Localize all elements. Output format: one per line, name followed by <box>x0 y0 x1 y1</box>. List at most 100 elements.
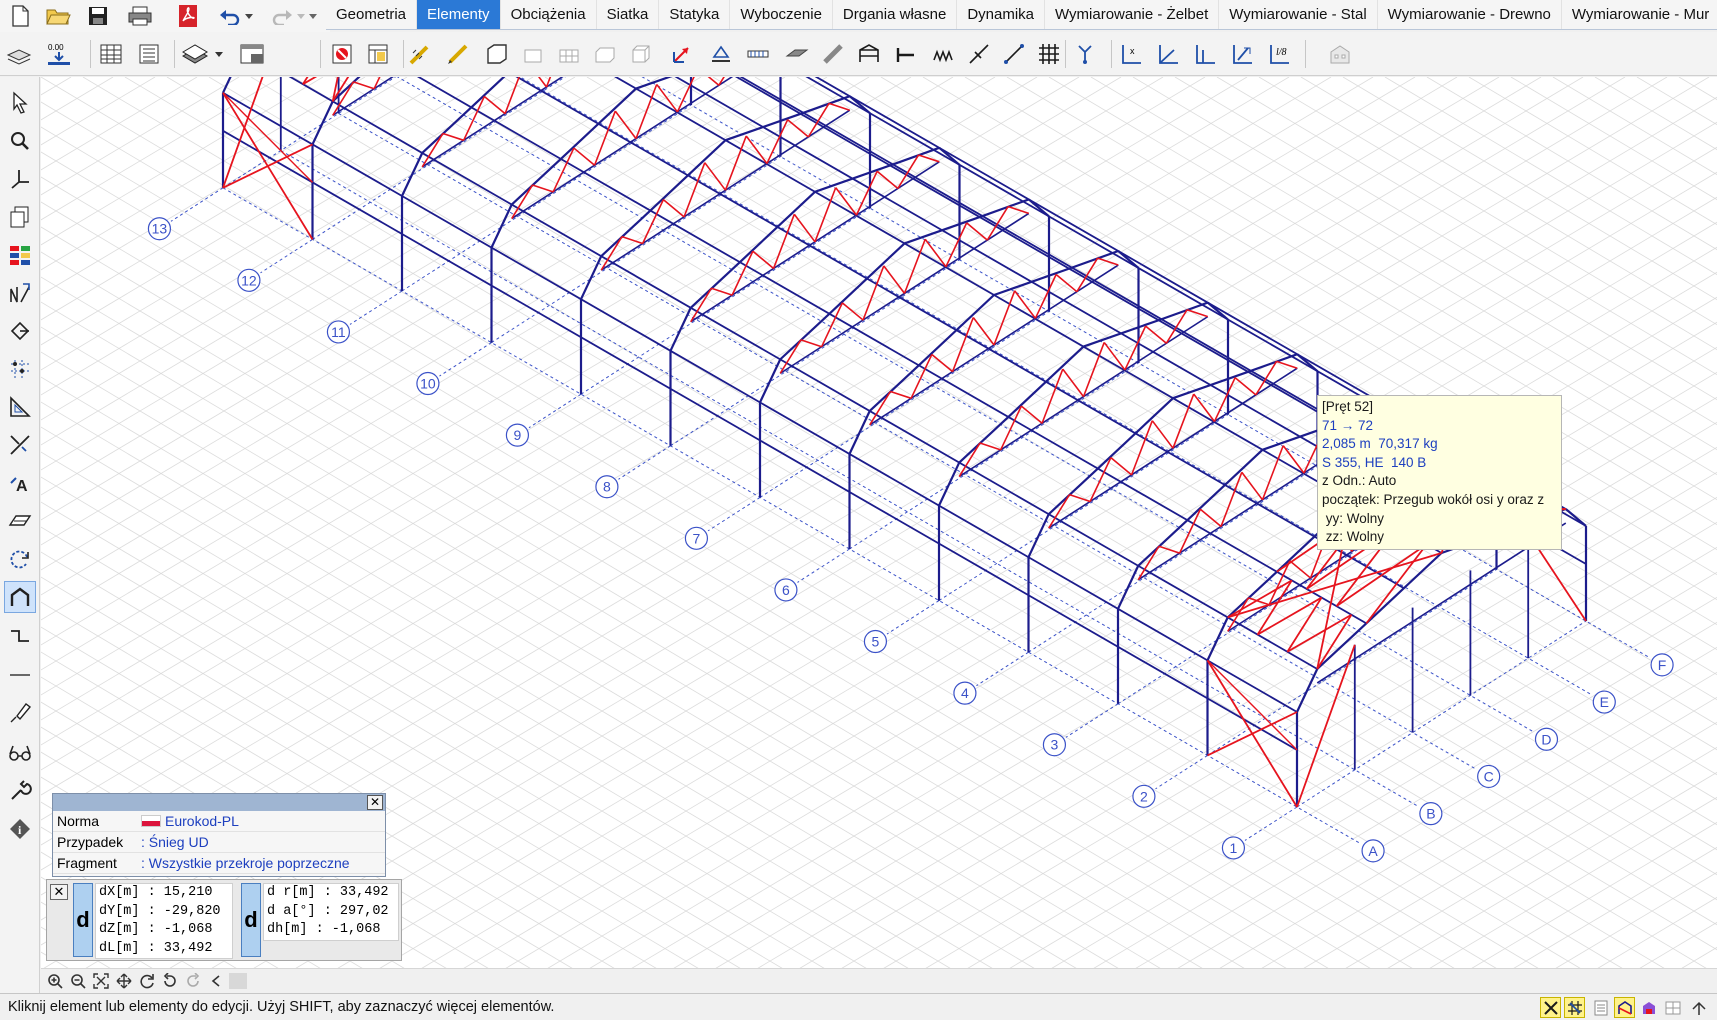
window-icon[interactable] <box>238 39 268 69</box>
tab-elementy[interactable]: Elementy <box>417 0 501 29</box>
tab-wymiarowanie-stal[interactable]: Wymiarowanie - Stal <box>1219 0 1378 29</box>
print-icon[interactable] <box>126 3 154 29</box>
dimension-icon[interactable] <box>4 277 36 309</box>
text-icon[interactable]: A <box>4 467 36 499</box>
plane-icon[interactable] <box>4 505 36 537</box>
expand-icon[interactable] <box>1688 997 1709 1018</box>
triangle-icon[interactable] <box>4 391 36 423</box>
open-folder-icon[interactable] <box>44 3 72 29</box>
axis-label-F: F <box>1650 653 1674 677</box>
axis-label-C: C <box>1477 764 1501 789</box>
window-split-icon[interactable] <box>1662 997 1683 1018</box>
wrench-icon[interactable] <box>4 775 36 807</box>
plate-icon[interactable] <box>518 39 548 69</box>
line-icon[interactable] <box>4 659 36 691</box>
customize-dropdown-icon[interactable] <box>306 3 320 29</box>
undo-icon[interactable] <box>216 3 244 29</box>
info-panel-close-button[interactable]: ✕ <box>367 795 383 810</box>
connect-icon[interactable] <box>4 619 36 651</box>
cable-icon[interactable]: l/8 <box>1264 39 1294 69</box>
properties-icon[interactable] <box>363 39 393 69</box>
slab-icon[interactable] <box>590 39 620 69</box>
tab-statyka[interactable]: Statyka <box>659 0 731 29</box>
zoom-in-icon[interactable] <box>45 972 65 990</box>
solid-icon[interactable] <box>626 39 656 69</box>
next-view-icon[interactable] <box>183 972 203 990</box>
hinge-icon[interactable] <box>891 39 921 69</box>
node-tools-icon[interactable] <box>1070 39 1100 69</box>
fit-icon[interactable] <box>91 972 111 990</box>
wall-icon[interactable] <box>482 39 512 69</box>
redo-icon[interactable] <box>268 3 296 29</box>
tab-wymiarowanie-żelbet[interactable]: Wymiarowanie - Żelbet <box>1045 0 1220 29</box>
grid-points-icon[interactable] <box>4 353 36 385</box>
sections-dropdown-icon[interactable] <box>212 39 226 69</box>
undo-dropdown-icon[interactable] <box>242 3 256 29</box>
node-icon[interactable] <box>4 315 36 347</box>
tab-wymiarowanie-mur[interactable]: Wymiarowanie - Mur <box>1562 0 1717 29</box>
snap-grid-icon[interactable] <box>1564 997 1585 1018</box>
tab-wyboczenie[interactable]: Wyboczenie <box>730 0 833 29</box>
tab-geometria[interactable]: Geometria <box>326 0 418 29</box>
building-icon[interactable] <box>1325 39 1355 69</box>
info-value[interactable]: : Śnieg UD <box>141 834 209 850</box>
structure-view-icon[interactable] <box>1614 997 1635 1018</box>
node-load-icon[interactable] <box>327 39 357 69</box>
bar-draw-icon[interactable] <box>443 39 473 69</box>
snap-on-icon[interactable] <box>1540 997 1561 1018</box>
coordinates-close-button[interactable]: ✕ <box>50 884 68 900</box>
layers-icon[interactable] <box>4 39 34 69</box>
rotate-icon[interactable] <box>4 543 36 575</box>
rib-icon[interactable] <box>743 39 773 69</box>
shell-icon[interactable] <box>554 39 584 69</box>
layers-color-icon[interactable] <box>4 239 36 271</box>
pan-icon[interactable] <box>114 972 134 990</box>
pointer-icon[interactable] <box>4 87 36 119</box>
info-value[interactable]: : Wszystkie przekroje poprzeczne <box>141 855 350 871</box>
list-icon[interactable] <box>134 39 164 69</box>
local-y-icon[interactable] <box>1153 39 1183 69</box>
info-value[interactable]: Eurokod-PL <box>141 813 239 829</box>
pdf-icon[interactable] <box>174 3 202 29</box>
vector-icon[interactable] <box>667 39 697 69</box>
grid-icon[interactable] <box>1034 39 1064 69</box>
new-file-icon[interactable] <box>6 3 34 29</box>
tab-obciążenia[interactable]: Obciążenia <box>501 0 597 29</box>
zoom-icon[interactable] <box>4 125 36 157</box>
info-row-przypadek: Przypadek: Śnieg UD <box>53 832 385 853</box>
spring-icon[interactable] <box>929 39 959 69</box>
axes-icon[interactable] <box>4 163 36 195</box>
zoom-out-icon[interactable] <box>68 972 88 990</box>
inclined-bar-icon[interactable] <box>818 39 848 69</box>
sections-icon[interactable] <box>180 39 210 69</box>
support-icon[interactable] <box>706 39 736 69</box>
local-x-icon[interactable]: x <box>1116 39 1146 69</box>
horizontal-scroll-thumb[interactable] <box>229 973 247 989</box>
previous-view-icon[interactable] <box>160 972 180 990</box>
tab-drgania-własne[interactable]: Drgania własne <box>833 0 958 29</box>
frame-view-icon[interactable] <box>4 581 36 613</box>
copy-icon[interactable] <box>4 201 36 233</box>
section-axis-icon[interactable] <box>1227 39 1257 69</box>
axis-label-A: A <box>1361 839 1385 863</box>
table-view-icon[interactable] <box>1590 997 1611 1018</box>
info-icon[interactable]: i <box>4 813 36 845</box>
beam-draw-icon[interactable] <box>405 39 435 69</box>
render-icon[interactable] <box>1638 997 1659 1018</box>
frame-icon[interactable] <box>854 39 884 69</box>
rigid-link-icon[interactable] <box>999 39 1029 69</box>
table-icon[interactable] <box>96 39 126 69</box>
surface-icon[interactable] <box>782 39 812 69</box>
local-z-icon[interactable] <box>1190 39 1220 69</box>
tab-siatka[interactable]: Siatka <box>597 0 660 29</box>
measure-icon[interactable] <box>4 697 36 729</box>
save-icon[interactable] <box>84 3 112 29</box>
scroll-left-icon[interactable] <box>206 972 226 990</box>
rotate-view-icon[interactable] <box>137 972 157 990</box>
link-icon[interactable] <box>964 39 994 69</box>
glasses-icon[interactable] <box>4 737 36 769</box>
tab-wymiarowanie-drewno[interactable]: Wymiarowanie - Drewno <box>1378 0 1562 29</box>
tab-dynamika[interactable]: Dynamika <box>957 0 1045 29</box>
cut-icon[interactable] <box>4 429 36 461</box>
level-icon[interactable]: 0.00 <box>44 39 74 69</box>
